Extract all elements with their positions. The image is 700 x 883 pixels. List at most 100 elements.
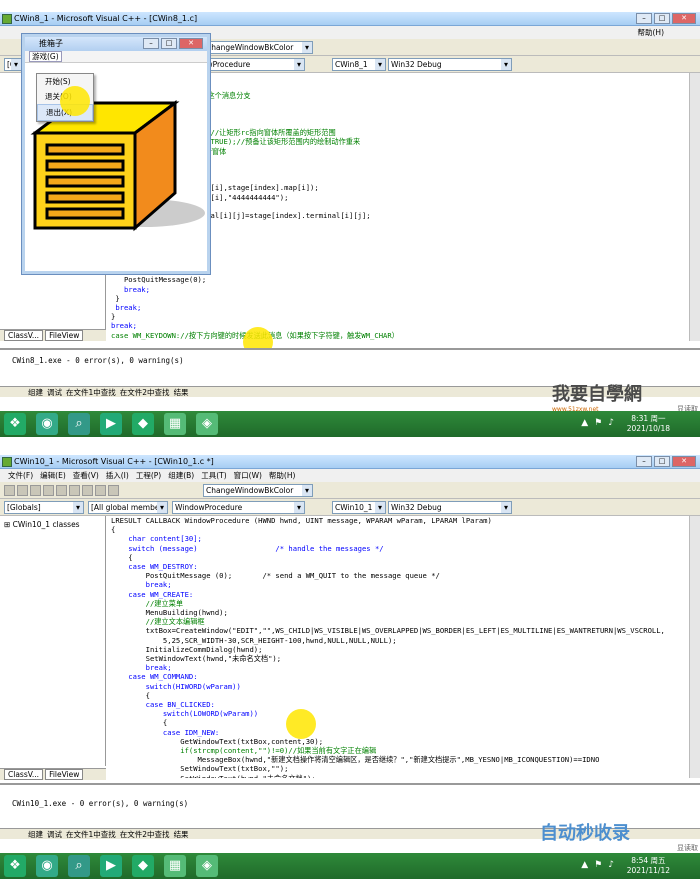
app-icon-taskbar[interactable]: ◆ xyxy=(132,413,154,435)
open-icon[interactable] xyxy=(17,485,28,496)
combo-procedure-2[interactable]: WindowProcedure xyxy=(172,501,305,514)
tab-build-2[interactable]: 组建 xyxy=(28,829,43,840)
tab-results[interactable]: 结果 xyxy=(174,387,189,398)
game-close-button[interactable]: ✕ xyxy=(179,38,203,49)
menu-item-start[interactable]: 开始(S) xyxy=(37,74,93,89)
tab-find2[interactable]: 在文件2中查找 xyxy=(120,387,170,398)
tab-results-2[interactable]: 结果 xyxy=(174,829,189,840)
code-line: LRESULT CALLBACK WindowProcedure (HWND h… xyxy=(111,516,492,525)
combo-globals[interactable]: [Glo xyxy=(4,58,22,71)
tray-icon-flag[interactable]: ⚑ xyxy=(594,418,602,428)
save-icon[interactable] xyxy=(30,485,41,496)
new-icon[interactable] xyxy=(4,485,15,496)
menu-window[interactable]: 窗口(W) xyxy=(234,470,262,481)
tab-fileview-2[interactable]: FileView xyxy=(45,769,84,780)
tab-find2-2[interactable]: 在文件2中查找 xyxy=(120,829,170,840)
code-line: } xyxy=(111,293,120,303)
tray-icon-up-2[interactable]: ▲ xyxy=(581,860,588,870)
vc-icon[interactable]: ◈ xyxy=(196,413,218,435)
menu-help[interactable]: 帮助(H) xyxy=(638,27,665,38)
menu-edit[interactable]: 编辑(E) xyxy=(40,470,66,481)
tray-icon-volume-2[interactable]: ♪ xyxy=(608,860,614,870)
editor-scrollbar-2[interactable] xyxy=(689,516,700,778)
top-screenshot: CWin8_1 - Microsoft Visual C++ - [CWin8_… xyxy=(0,12,700,437)
redo-icon[interactable] xyxy=(108,485,119,496)
tab-find1-2[interactable]: 在文件1中查找 xyxy=(66,829,116,840)
editor-scrollbar[interactable] xyxy=(689,73,700,341)
tab-debug-2[interactable]: 调试 xyxy=(47,829,62,840)
minimize-button[interactable]: – xyxy=(636,13,652,24)
vc-icon-2[interactable]: ◈ xyxy=(196,855,218,877)
combo-members[interactable]: [All global members xyxy=(88,501,168,514)
workspace-tabs-2: ClassV... FileView xyxy=(0,768,106,780)
status-extra-2: 显读取 xyxy=(677,844,698,852)
taskbar-clock[interactable]: 8:31 周一 2021/10/18 xyxy=(627,414,670,434)
close-button-2[interactable]: ✕ xyxy=(672,456,696,467)
folder-icon-2[interactable]: ▦ xyxy=(164,855,186,877)
maximize-button-2[interactable]: □ xyxy=(654,456,670,467)
menu-tools[interactable]: 工具(T) xyxy=(201,470,226,481)
menu-help-2[interactable]: 帮助(H) xyxy=(269,470,296,481)
copy-icon[interactable] xyxy=(69,485,80,496)
menu-project[interactable]: 工程(P) xyxy=(136,470,161,481)
combo-function-2[interactable]: ChangeWindowBkColor xyxy=(203,484,313,497)
minimize-button-2[interactable]: – xyxy=(636,456,652,467)
taskbar-2: ❖ ◉ ⌕ ▶ ◆ ▦ ◈ ▲ ⚑ ♪ 8:54 周五 2021/11/12 xyxy=(0,853,700,879)
folder-icon[interactable]: ▦ xyxy=(164,413,186,435)
build-result-2: CWin10_1.exe - 0 error(s), 0 warning(s) xyxy=(12,799,189,808)
combo-function[interactable]: ChangeWindowBkColor xyxy=(203,41,313,54)
code-line: //建立菜单 xyxy=(111,598,184,608)
combo-config-2[interactable]: Win32 Debug xyxy=(388,501,512,514)
game-menu-bar: 游戏(G) xyxy=(25,51,207,63)
taskbar-clock-2[interactable]: 8:54 周五 2021/11/12 xyxy=(627,856,670,876)
code-editor-2[interactable]: LRESULT CALLBACK WindowProcedure (HWND h… xyxy=(107,516,689,778)
menu-file[interactable]: 文件(F) xyxy=(8,470,33,481)
tab-build[interactable]: 组建 xyxy=(28,387,43,398)
explorer-icon-2[interactable]: ◉ xyxy=(36,855,58,877)
menu-insert[interactable]: 插入(I) xyxy=(106,470,129,481)
tray-icon-up[interactable]: ▲ xyxy=(581,418,588,428)
game-title: 推箱子 xyxy=(39,39,63,48)
tab-find1[interactable]: 在文件1中查找 xyxy=(66,387,116,398)
tray-icon-flag-2[interactable]: ⚑ xyxy=(594,860,602,870)
code-line: case WM_KEYDOWN://按下方向键的时候发送此消息（如果按下字符键，… xyxy=(111,330,399,340)
game-menu[interactable]: 游戏(G) xyxy=(29,51,62,62)
combo-project[interactable]: CWin8_1 xyxy=(332,58,386,71)
code-line: switch(LOWORD(wParam)) xyxy=(111,709,259,719)
combo-project-2[interactable]: CWin10_1 xyxy=(332,501,386,514)
explorer-icon[interactable]: ◉ xyxy=(36,413,58,435)
code-line: char content[30]; xyxy=(111,534,202,544)
game-maximize-button[interactable]: □ xyxy=(161,38,177,49)
tray-icon-volume[interactable]: ♪ xyxy=(608,418,614,428)
cut-icon[interactable] xyxy=(56,485,67,496)
undo-icon[interactable] xyxy=(95,485,106,496)
tab-classview[interactable]: ClassV... xyxy=(4,330,44,341)
paste-icon[interactable] xyxy=(82,485,93,496)
combo-config[interactable]: Win32 Debug xyxy=(388,58,512,71)
code-line: break; xyxy=(111,663,172,673)
system-tray-2: ▲ ⚑ ♪ xyxy=(581,860,614,870)
close-button[interactable]: ✕ xyxy=(672,13,696,24)
code-line: //建立文本编辑框 xyxy=(111,617,205,627)
maximize-button[interactable]: □ xyxy=(654,13,670,24)
tab-fileview[interactable]: FileView xyxy=(45,330,84,341)
tree-item-classes[interactable]: CWin10_1 classes xyxy=(13,520,80,529)
search-icon[interactable]: ⌕ xyxy=(68,413,90,435)
code-line: 5,25,SCR_WIDTH-30,SCR_HEIGHT-100,hwnd,NU… xyxy=(111,635,397,645)
app-icon-taskbar-2[interactable]: ◆ xyxy=(132,855,154,877)
menu-build[interactable]: 组建(B) xyxy=(168,470,194,481)
tab-classview-2[interactable]: ClassV... xyxy=(4,769,44,780)
start-icon-2[interactable]: ❖ xyxy=(4,855,26,877)
saveall-icon[interactable] xyxy=(43,485,54,496)
code-line: switch(HIWORD(wParam)) xyxy=(111,681,241,691)
tab-debug[interactable]: 调试 xyxy=(47,387,62,398)
search-icon-2[interactable]: ⌕ xyxy=(68,855,90,877)
start-icon[interactable]: ❖ xyxy=(4,413,26,435)
media-icon[interactable]: ▶ xyxy=(100,413,122,435)
code-line: break; xyxy=(111,303,142,313)
combo-globals-2[interactable]: [Globals] xyxy=(4,501,84,514)
menu-view[interactable]: 查看(V) xyxy=(73,470,99,481)
expand-icon[interactable]: ⊞ xyxy=(4,520,13,529)
game-minimize-button[interactable]: – xyxy=(143,38,159,49)
media-icon-2[interactable]: ▶ xyxy=(100,855,122,877)
